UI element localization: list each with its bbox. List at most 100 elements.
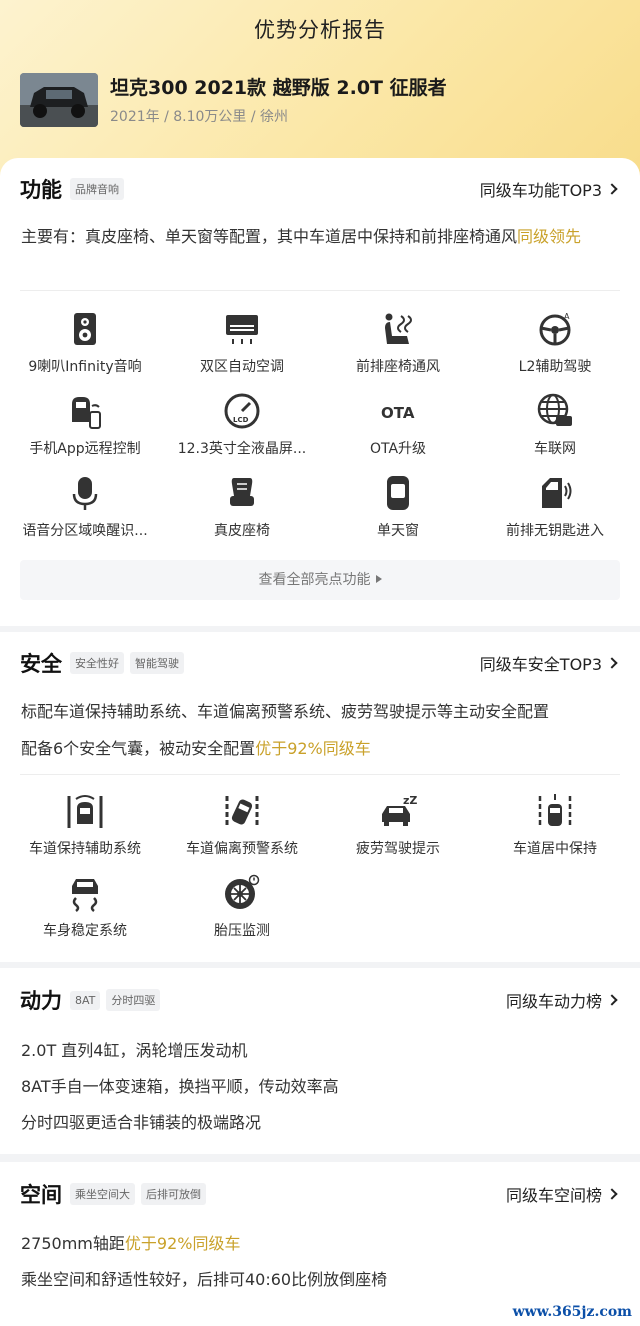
feature-voice[interactable]: 语音分区域唤醒识... — [10, 474, 160, 540]
chevron-right-icon — [606, 657, 618, 669]
feature-lcd[interactable]: LCD 12.3英寸全液晶屏... — [167, 392, 317, 458]
safety-card: 安全 安全性好 智能驾驶 同级车安全TOP3 标配车道保持辅助系统、车道偏离预警… — [0, 632, 640, 962]
divider — [20, 290, 620, 291]
function-card: 功能 品牌音响 同级车功能TOP3 主要有：真皮座椅、单天窗等配置，其中车道居中… — [0, 158, 640, 626]
feature-label: OTA升级 — [369, 441, 427, 457]
safety-top3-label: 同级车安全TOP3 — [479, 655, 602, 674]
feature-label: 手机App远程控制 — [29, 441, 141, 457]
lane-keep-icon — [67, 795, 103, 828]
safety-tag: 安全性好 — [70, 652, 124, 674]
chevron-right-icon — [606, 1188, 618, 1200]
safety-line-2-text: 配备6个安全气囊，被动安全配置 — [21, 739, 256, 758]
feature-ota[interactable]: OTA OTA升级 — [323, 392, 473, 458]
feature-lane-departure[interactable]: 车道偏离预警系统 — [167, 792, 317, 858]
function-description: 主要有：真皮座椅、单天窗等配置，其中车道居中保持和前排座椅通风同级领先 — [21, 224, 616, 250]
feature-label: 车道偏离预警系统 — [186, 841, 298, 857]
assisted-driving-icon: A — [539, 312, 571, 346]
feature-label: 真皮座椅 — [214, 523, 270, 539]
space-ranking-link[interactable]: 同级车空间榜 — [505, 1179, 618, 1209]
feature-label: 语音分区域唤醒识... — [22, 523, 148, 539]
power-line: 8AT手自一体变速箱，换挡平顺，传动效率高 — [21, 1077, 339, 1096]
power-line: 分时四驱更适合非铺装的极端路况 — [21, 1113, 262, 1132]
function-desc-highlight: 同级领先 — [517, 227, 582, 246]
safety-line-2: 配备6个安全气囊，被动安全配置优于92%同级车 — [21, 735, 371, 759]
function-top3-link[interactable]: 同级车功能TOP3 — [479, 174, 618, 204]
ota-icon: OTA — [381, 404, 415, 422]
car-name: 坦克300 2021款 越野版 2.0T 征服者 — [110, 77, 447, 99]
safety-top3-link[interactable]: 同级车安全TOP3 — [479, 648, 618, 678]
space-title: 空间 — [20, 1183, 62, 1207]
feature-label: 前排无钥匙进入 — [506, 523, 604, 539]
power-title: 动力 — [20, 989, 62, 1013]
power-card: 动力 8AT 分时四驱 同级车动力榜 2.0T 直列4缸，涡轮增压发动机 8AT… — [0, 968, 640, 1154]
feature-label: 车身稳定系统 — [43, 923, 127, 939]
tire-pressure-icon — [225, 874, 260, 909]
power-tag: 分时四驱 — [106, 989, 161, 1011]
feature-stability-control[interactable]: 车身稳定系统 — [10, 874, 160, 940]
feature-label: 车联网 — [534, 441, 576, 457]
feature-seat-ventilation[interactable]: 前排座椅通风 — [323, 310, 473, 376]
function-desc-text: 主要有：真皮座椅、单天窗等配置，其中车道居中保持和前排座椅通风 — [21, 227, 518, 246]
feature-label: 9喇叭Infinity音响 — [28, 359, 142, 375]
space-header: 空间 乘坐空间大 后排可放倒 — [20, 1179, 212, 1209]
function-title: 功能 — [20, 178, 62, 202]
feature-assisted-driving[interactable]: A L2辅助驾驶 — [480, 310, 630, 376]
function-header: 功能 品牌音响 — [20, 174, 130, 204]
feature-label: 胎压监测 — [214, 923, 270, 939]
feature-lane-keep[interactable]: 车道保持辅助系统 — [10, 792, 160, 858]
safety-line-1: 标配车道保持辅助系统、车道偏离预警系统、疲劳驾驶提示等主动安全配置 — [21, 702, 550, 721]
lane-center-icon — [538, 794, 572, 828]
lcd-icon: LCD — [224, 393, 260, 429]
function-top3-label: 同级车功能TOP3 — [479, 181, 602, 200]
feature-tire-pressure[interactable]: 胎压监测 — [167, 874, 317, 940]
keyless-entry-icon — [542, 478, 572, 508]
watermark: www.365jz.com — [512, 1304, 632, 1320]
seat-ventilation-icon — [385, 313, 412, 344]
safety-line-2-highlight: 优于92%同级车 — [255, 739, 371, 758]
feature-phone-remote[interactable]: 手机App远程控制 — [10, 392, 160, 458]
microphone-icon — [72, 477, 98, 510]
car-thumbnail[interactable] — [20, 73, 98, 127]
triangle-right-icon — [375, 575, 382, 583]
power-header: 动力 8AT 分时四驱 — [20, 985, 166, 1015]
view-all-features-button[interactable]: 查看全部亮点功能 — [20, 560, 620, 600]
sunroof-icon — [387, 476, 409, 510]
feature-fatigue-alert[interactable]: zZ 疲劳驾驶提示 — [323, 792, 473, 858]
safety-tag: 智能驾驶 — [130, 652, 184, 674]
feature-label: 疲劳驾驶提示 — [356, 841, 440, 857]
feature-label: 车道居中保持 — [513, 841, 597, 857]
stability-control-icon — [72, 879, 98, 912]
connected-car-icon — [537, 393, 572, 426]
space-ranking-label: 同级车空间榜 — [505, 1186, 602, 1205]
feature-sunroof[interactable]: 单天窗 — [323, 474, 473, 540]
lane-departure-icon — [225, 796, 259, 828]
car-meta: 2021年 / 8.10万公里 / 徐州 — [110, 109, 289, 125]
feature-connected-car[interactable]: 车联网 — [480, 392, 630, 458]
safety-title: 安全 — [20, 652, 62, 676]
view-all-label: 查看全部亮点功能 — [258, 572, 371, 588]
power-ranking-label: 同级车动力榜 — [505, 992, 602, 1011]
svg-text:A: A — [564, 312, 570, 321]
power-ranking-link[interactable]: 同级车动力榜 — [505, 985, 618, 1015]
feature-label: 前排座椅通风 — [356, 359, 440, 375]
feature-leather-seat[interactable]: 真皮座椅 — [167, 474, 317, 540]
safety-header: 安全 安全性好 智能驾驶 — [20, 648, 190, 678]
phone-remote-icon — [72, 397, 101, 429]
space-line-1: 2750mm轴距优于92%同级车 — [21, 1230, 240, 1254]
svg-text:zZ: zZ — [403, 794, 417, 807]
space-line-1-text: 2750mm轴距 — [21, 1234, 125, 1253]
page-title: 优势分析报告 — [254, 18, 386, 42]
divider — [20, 774, 620, 775]
function-tag: 品牌音响 — [70, 178, 124, 200]
space-tag: 乘坐空间大 — [70, 1183, 135, 1205]
leather-seat-icon — [230, 478, 254, 506]
feature-air-conditioner[interactable]: 双区自动空调 — [167, 310, 317, 376]
space-card: 空间 乘坐空间大 后排可放倒 同级车空间榜 2750mm轴距优于92%同级车 乘… — [0, 1162, 640, 1326]
svg-text:OTA: OTA — [381, 404, 415, 422]
feature-speaker[interactable]: 9喇叭Infinity音响 — [10, 310, 160, 376]
feature-lane-center[interactable]: 车道居中保持 — [480, 792, 630, 858]
feature-keyless-entry[interactable]: 前排无钥匙进入 — [480, 474, 630, 540]
chevron-right-icon — [606, 183, 618, 195]
power-line: 2.0T 直列4缸，涡轮增压发动机 — [21, 1041, 248, 1060]
space-tag: 后排可放倒 — [141, 1183, 206, 1205]
